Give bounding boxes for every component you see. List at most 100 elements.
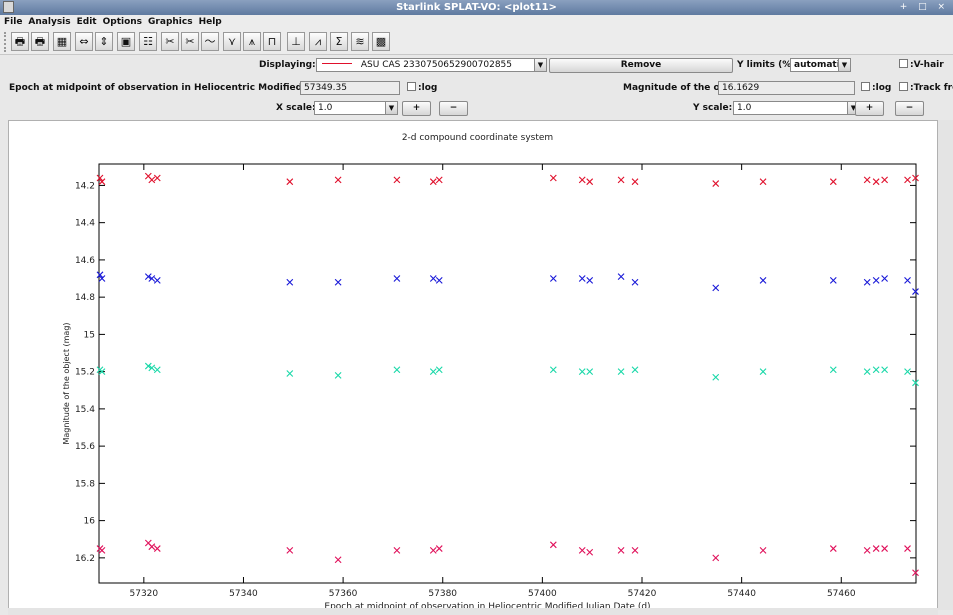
data-point <box>904 277 911 284</box>
data-point <box>153 545 161 552</box>
chevron-down-icon[interactable]: ▼ <box>838 59 850 71</box>
displaying-select[interactable]: ASU CAS 2330750652900702855 ▼ <box>316 58 547 72</box>
data-point <box>286 178 294 186</box>
menu-options[interactable]: Options <box>100 15 145 29</box>
chevron-down-icon[interactable]: ▼ <box>385 102 397 114</box>
xscale-select[interactable]: 1.0 ▼ <box>314 101 398 115</box>
checkbox-icon[interactable] <box>407 82 416 91</box>
data-point <box>712 554 720 562</box>
stack-button[interactable]: ≋ <box>351 32 369 51</box>
menu-analysis[interactable]: Analysis <box>25 15 73 29</box>
properties-button[interactable]: ☷ <box>139 32 157 51</box>
xlog-checkbox[interactable]: :log <box>407 81 437 95</box>
data-point <box>578 275 586 282</box>
track-free-checkbox[interactable]: :Track free <box>899 81 953 95</box>
fit-width-button[interactable]: ⇔ <box>75 32 93 51</box>
data-point <box>617 368 625 376</box>
x-tick-label: 57340 <box>229 589 258 599</box>
data-point <box>393 275 401 282</box>
cut-button[interactable]: ✂ <box>161 32 179 51</box>
data-point <box>334 278 342 286</box>
plot-canvas[interactable]: 2-d compound coordinate system 57320 57340… <box>8 120 939 612</box>
scatter-plot[interactable]: 2-d compound coordinate system 57320 57340… <box>9 121 939 612</box>
data-point <box>286 547 294 554</box>
data-point <box>904 545 911 552</box>
fit-lines-icon: ⋎ <box>227 35 237 48</box>
data-point <box>631 178 639 186</box>
polynomial-button[interactable]: ⩚ <box>243 32 261 51</box>
data-point <box>617 176 625 184</box>
data-point <box>631 547 639 554</box>
x-tick-label: 57380 <box>428 589 457 599</box>
xscale-label: X scale: <box>276 103 316 113</box>
chevron-down-icon[interactable]: ▼ <box>534 59 546 71</box>
data-point <box>435 366 443 374</box>
fit-height-button[interactable]: ⇕ <box>95 32 113 51</box>
data-point <box>872 366 880 374</box>
data-point <box>829 545 837 552</box>
print-postscript-button[interactable]: 🖶 <box>31 32 49 51</box>
data-point <box>617 547 625 554</box>
sum-button[interactable]: Σ <box>330 32 348 51</box>
zoom-box-icon: ▣ <box>120 35 132 48</box>
data-point <box>153 277 161 284</box>
vhair-checkbox[interactable]: :V-hair <box>899 58 944 72</box>
data-point <box>549 275 557 282</box>
data-point <box>617 273 625 281</box>
cut-ranges-button[interactable]: ✂ <box>181 32 199 51</box>
data-point <box>829 366 837 374</box>
checkbox-icon[interactable] <box>899 59 908 68</box>
ylog-checkbox[interactable]: :log <box>861 81 891 95</box>
horizontal-scrollbar[interactable] <box>8 608 938 615</box>
image-button[interactable]: ▩ <box>372 32 390 51</box>
yscale-select[interactable]: 1.0 ▼ <box>733 101 860 115</box>
xcoord-field[interactable]: 57349.35 <box>300 81 400 95</box>
data-point <box>863 547 871 554</box>
y-tick-label: 14.4 <box>75 219 95 229</box>
data-point <box>586 178 594 186</box>
print-button[interactable]: 🖶 <box>11 32 29 51</box>
data-point <box>435 176 443 184</box>
y-axis-label: Magnitude of the object (mag) <box>62 322 71 444</box>
data-point <box>829 178 837 186</box>
units-icon: ⊥ <box>291 35 301 48</box>
track-free-label: Track free <box>913 83 953 93</box>
yscale-plus-button[interactable]: + <box>855 101 884 116</box>
data-point <box>712 373 720 381</box>
units-button[interactable]: ⊥ <box>287 32 305 51</box>
filter-button[interactable]: ⊓ <box>263 32 281 51</box>
window-controls[interactable]: + □ × <box>900 0 949 15</box>
fit-lines-button[interactable]: ⋎ <box>223 32 241 51</box>
ylimits-select[interactable]: automatic ▼ <box>790 58 851 72</box>
print-icon: 🖶 <box>14 35 26 48</box>
data-point <box>586 548 594 556</box>
zoom-box-button[interactable]: ▣ <box>117 32 135 51</box>
menu-edit[interactable]: Edit <box>74 15 100 29</box>
stack-icon: ≋ <box>355 35 365 48</box>
xscale-plus-button[interactable]: + <box>402 101 431 116</box>
y-tick-label: 15.4 <box>75 405 95 415</box>
checkbox-icon[interactable] <box>861 82 870 91</box>
toolbar-grip[interactable] <box>4 32 8 52</box>
print-postscript-icon: 🖶 <box>34 35 46 48</box>
data-point <box>881 275 889 282</box>
checkbox-icon[interactable] <box>899 82 908 91</box>
data-point <box>429 178 437 186</box>
data-point <box>881 176 889 184</box>
flux-button[interactable]: ⩘ <box>309 32 327 51</box>
menu-help[interactable]: Help <box>196 15 225 29</box>
jpeg-export-button[interactable]: ▦ <box>53 32 71 51</box>
y-tick-label: 16 <box>84 517 96 527</box>
xscale-minus-button[interactable]: − <box>439 101 468 116</box>
yscale-minus-button[interactable]: − <box>895 101 924 116</box>
data-point <box>393 176 401 184</box>
menu-file[interactable]: File <box>0 15 25 29</box>
menu-graphics[interactable]: Graphics <box>145 15 196 29</box>
remove-button[interactable]: Remove <box>549 58 733 73</box>
data-point <box>881 545 889 552</box>
plot-frame <box>98 163 917 584</box>
vertical-scrollbar[interactable] <box>938 120 953 610</box>
ycoord-field[interactable]: 16.1629 <box>718 81 855 95</box>
smooth-button[interactable]: 〜 <box>201 32 219 51</box>
data-point <box>872 277 880 284</box>
